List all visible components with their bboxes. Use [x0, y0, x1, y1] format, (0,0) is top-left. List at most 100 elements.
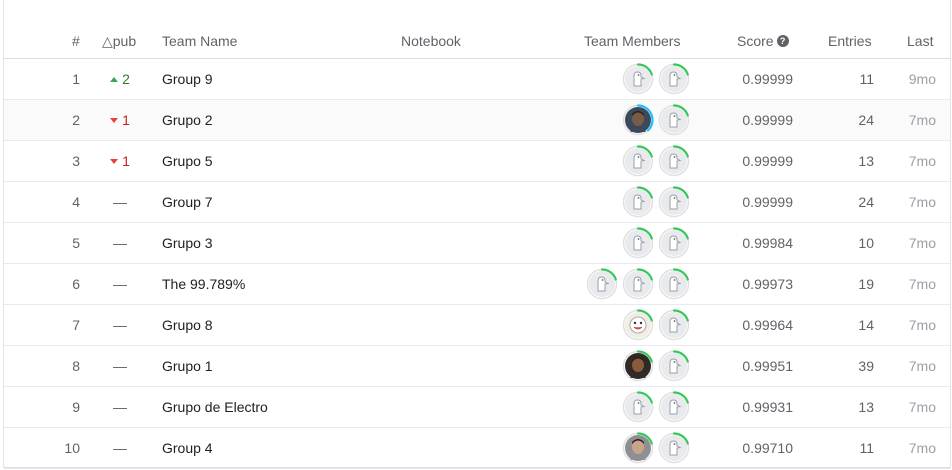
arrow-down-icon [110, 158, 119, 164]
table-row[interactable]: 9 — Grupo de Electro 0.99931 13 7mo [4, 387, 950, 428]
header-entries[interactable]: Entries [828, 33, 872, 49]
goose-avatar-icon[interactable] [658, 227, 690, 259]
team-members [586, 264, 690, 304]
avatar[interactable] [622, 104, 654, 136]
table-row[interactable]: 2 1 Grupo 2 0.99999 24 7mo [4, 100, 950, 141]
table-row[interactable]: 6 — The 99.789% 0.99973 19 7mo [4, 264, 950, 305]
table-row[interactable]: 1 2 Group 9 0.99999 11 9mo [4, 59, 950, 100]
avatar[interactable] [622, 309, 654, 341]
table-row[interactable]: 3 1 Grupo 5 0.99999 13 7mo [4, 141, 950, 182]
delta-cell: — [100, 428, 140, 468]
team-name-link[interactable]: Grupo 8 [162, 305, 422, 345]
goose-avatar-icon[interactable] [658, 63, 690, 95]
table-header: # △pub Team Name Notebook Team Members S… [4, 0, 950, 59]
goose-avatar-icon[interactable] [658, 350, 690, 382]
goose-avatar-icon[interactable] [658, 309, 690, 341]
team-members [622, 182, 690, 222]
team-name-link[interactable]: Grupo 3 [162, 223, 422, 263]
avatar[interactable] [622, 432, 654, 464]
goose-avatar-icon[interactable] [622, 227, 654, 259]
goose-avatar-icon[interactable] [622, 268, 654, 300]
team-name-link[interactable]: Grupo 2 [162, 100, 422, 140]
header-last[interactable]: Last [907, 33, 933, 49]
rank-cell: 5 [72, 235, 80, 251]
arrow-up-icon [110, 76, 119, 82]
goose-avatar-icon[interactable] [658, 145, 690, 177]
team-name-link[interactable]: Grupo 5 [162, 141, 422, 181]
delta-cell: — [100, 305, 140, 345]
last-submission-cell: 7mo [908, 399, 936, 415]
header-rank[interactable]: # [72, 33, 80, 49]
table-row[interactable]: 10 — Group 4 0.99710 11 7mo [4, 428, 950, 469]
team-members [622, 305, 690, 345]
rank-cell: 1 [72, 71, 80, 87]
goose-avatar-icon[interactable] [586, 268, 618, 300]
table-row[interactable]: 7 — Grupo 8 0.99964 14 7mo [4, 305, 950, 346]
table-row[interactable]: 4 — Group 7 0.99999 24 7mo [4, 182, 950, 223]
last-submission-cell: 7mo [908, 317, 936, 333]
rank-cell: 10 [64, 440, 80, 456]
score-cell: 0.99984 [742, 235, 793, 251]
entries-cell: 13 [858, 399, 874, 415]
team-name-link[interactable]: Grupo de Electro [162, 387, 422, 427]
last-submission-cell: 7mo [908, 194, 936, 210]
goose-avatar-icon[interactable] [658, 432, 690, 464]
entries-cell: 39 [858, 358, 874, 374]
score-cell: 0.99964 [742, 317, 793, 333]
last-submission-cell: 7mo [908, 276, 936, 292]
team-name-link[interactable]: Grupo 1 [162, 346, 422, 386]
team-name-link[interactable]: The 99.789% [162, 264, 422, 304]
goose-avatar-icon[interactable] [622, 63, 654, 95]
team-members [622, 141, 690, 181]
header-score[interactable]: Score [737, 33, 774, 49]
avatar[interactable] [622, 350, 654, 382]
goose-avatar-icon[interactable] [658, 104, 690, 136]
entries-cell: 19 [858, 276, 874, 292]
header-team-name[interactable]: Team Name [162, 33, 237, 49]
delta-cell: — [100, 182, 140, 222]
entries-cell: 11 [859, 440, 874, 456]
score-cell: 0.99951 [742, 358, 793, 374]
goose-avatar-icon[interactable] [658, 186, 690, 218]
delta-value: — [113, 358, 127, 374]
score-cell: 0.99999 [742, 112, 793, 128]
delta-value: — [113, 317, 127, 333]
header-score-group: Score? [737, 33, 789, 49]
team-members [622, 100, 690, 140]
leaderboard-table: # △pub Team Name Notebook Team Members S… [3, 0, 951, 469]
delta-cell: — [100, 346, 140, 386]
score-cell: 0.99710 [742, 440, 793, 456]
score-cell: 0.99973 [742, 276, 793, 292]
rank-cell: 2 [72, 112, 80, 128]
entries-cell: 24 [858, 112, 874, 128]
goose-avatar-icon[interactable] [658, 391, 690, 423]
help-icon[interactable]: ? [776, 35, 789, 48]
delta-cell: — [100, 387, 140, 427]
team-name-link[interactable]: Group 7 [162, 182, 422, 222]
table-row[interactable]: 5 — Grupo 3 0.99984 10 7mo [4, 223, 950, 264]
goose-avatar-icon[interactable] [622, 145, 654, 177]
header-team-members: Team Members [584, 33, 681, 49]
score-cell: 0.99931 [742, 399, 793, 415]
goose-avatar-icon[interactable] [622, 391, 654, 423]
team-name-link[interactable]: Group 9 [162, 59, 422, 99]
last-submission-cell: 7mo [908, 235, 936, 251]
team-members [622, 387, 690, 427]
team-members [622, 346, 690, 386]
header-delta-pub[interactable]: △pub [102, 33, 136, 49]
last-submission-cell: 9mo [908, 71, 936, 87]
delta-value: — [113, 194, 127, 210]
rank-cell: 4 [72, 194, 80, 210]
rank-cell: 9 [72, 399, 80, 415]
arrow-down-icon [110, 117, 119, 123]
entries-cell: 11 [859, 71, 874, 87]
score-cell: 0.99999 [742, 153, 793, 169]
delta-cell: 1 [100, 100, 140, 140]
goose-avatar-icon[interactable] [622, 186, 654, 218]
team-members [622, 223, 690, 263]
table-row[interactable]: 8 — Grupo 1 0.99951 39 7mo [4, 346, 950, 387]
header-notebook[interactable]: Notebook [401, 33, 461, 49]
team-name-link[interactable]: Group 4 [162, 428, 422, 468]
score-cell: 0.99999 [742, 71, 793, 87]
goose-avatar-icon[interactable] [658, 268, 690, 300]
